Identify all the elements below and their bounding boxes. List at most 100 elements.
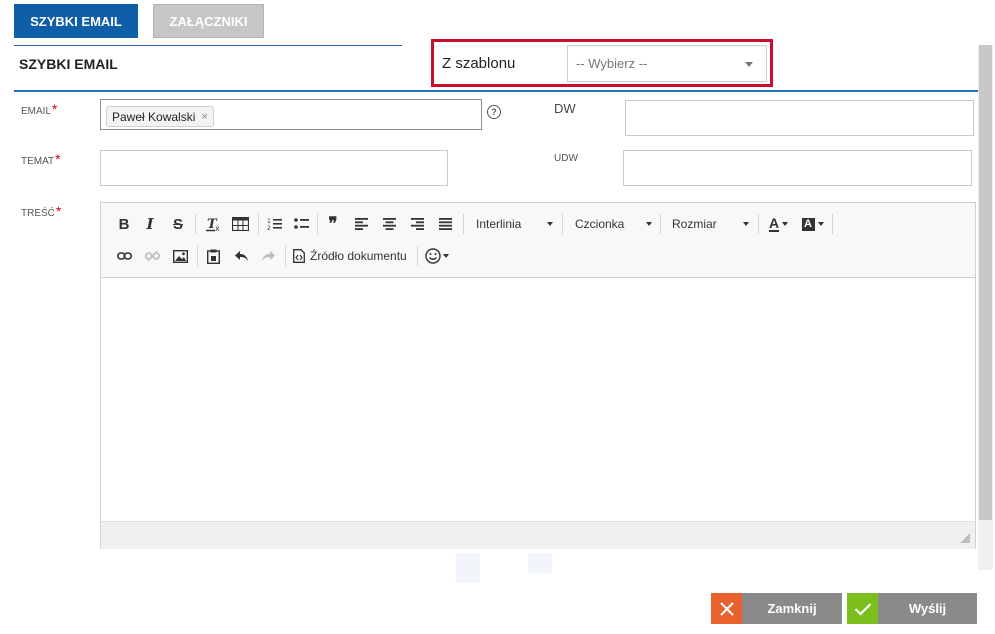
editor-footer — [101, 521, 975, 549]
undo-icon — [234, 251, 248, 261]
template-label: Z szablonu — [442, 55, 516, 72]
udw-label: UDW — [554, 153, 578, 164]
redo-icon — [261, 251, 275, 261]
redo-button[interactable] — [258, 245, 278, 267]
udw-field[interactable] — [623, 150, 972, 186]
size-label: Rozmiar — [672, 217, 717, 231]
bold-button[interactable]: B — [115, 213, 133, 235]
toolbar-separator — [195, 214, 196, 234]
paste-icon — [206, 249, 220, 264]
template-select-value: -- Wybierz -- — [576, 56, 648, 71]
tab-szybki-email[interactable]: SZYBKI EMAIL — [14, 4, 138, 38]
toolbar-separator — [197, 246, 198, 266]
email-field[interactable]: Paweł Kowalski × — [100, 99, 482, 130]
smiley-icon — [425, 248, 441, 264]
dw-label: DW — [554, 101, 576, 116]
link-icon — [116, 252, 132, 260]
strikethrough-button[interactable]: S — [169, 213, 187, 235]
toolbar-separator — [758, 214, 759, 234]
section-divider-top — [14, 45, 402, 46]
editor-toolbar: B I S Tx 12 ❞ Interlinia Czcionka Rozmia… — [101, 203, 975, 278]
source-icon — [293, 249, 305, 263]
recipient-chip: Paweł Kowalski × — [106, 106, 214, 127]
recipient-chip-label: Paweł Kowalski — [112, 109, 196, 124]
decorative-block — [528, 553, 552, 573]
chevron-down-icon — [443, 254, 449, 258]
email-label: EMAIL* — [21, 101, 58, 117]
align-center-icon — [382, 218, 396, 230]
chevron-down-icon — [646, 222, 652, 226]
toolbar-separator — [832, 214, 833, 234]
background-color-icon: A — [801, 217, 815, 231]
blockquote-button[interactable]: ❞ — [323, 213, 343, 235]
line-height-label: Interlinia — [476, 217, 522, 231]
image-button[interactable] — [170, 245, 190, 267]
chevron-down-icon — [743, 222, 749, 226]
tresc-label: TREŚĆ* — [21, 203, 62, 219]
italic-button[interactable]: I — [141, 213, 159, 235]
help-icon[interactable]: ? — [487, 105, 501, 119]
align-left-icon — [354, 218, 368, 230]
chevron-down-icon — [817, 222, 824, 226]
unlink-button[interactable] — [142, 245, 162, 267]
font-label: Czcionka — [575, 217, 625, 231]
align-right-icon — [410, 218, 424, 230]
text-color-icon: A — [768, 214, 780, 232]
undo-button[interactable] — [231, 245, 251, 267]
check-icon — [847, 593, 878, 624]
toolbar-separator — [660, 214, 661, 234]
unlink-icon — [144, 250, 160, 262]
source-label: Źródło dokumentu — [310, 249, 407, 263]
toolbar-separator — [258, 214, 259, 234]
numbered-list-button[interactable]: 12 — [264, 213, 284, 235]
size-dropdown[interactable]: Rozmiar — [672, 213, 749, 235]
close-button-label: Zamknij — [767, 601, 817, 616]
decorative-block — [456, 553, 480, 583]
source-button[interactable]: Źródło dokumentu — [293, 245, 411, 267]
align-center-button[interactable] — [379, 213, 399, 235]
remove-chip-icon[interactable]: × — [201, 111, 207, 123]
line-height-dropdown[interactable]: Interlinia — [476, 213, 553, 235]
editor-content-area[interactable] — [101, 278, 975, 520]
section-title: SZYBKI EMAIL — [19, 56, 118, 72]
required-asterisk: * — [52, 101, 58, 117]
align-left-button[interactable] — [351, 213, 371, 235]
toolbar-separator — [285, 246, 286, 266]
template-select[interactable]: -- Wybierz -- — [567, 45, 767, 82]
close-button[interactable]: Zamknij — [711, 593, 842, 624]
chevron-down-icon — [547, 222, 553, 226]
emoji-button[interactable] — [423, 245, 451, 267]
resize-handle-icon[interactable] — [960, 533, 970, 543]
svg-text:x: x — [215, 224, 220, 232]
justify-button[interactable] — [435, 213, 455, 235]
chevron-down-icon — [745, 62, 753, 67]
bullet-list-button[interactable] — [291, 213, 311, 235]
tab-zalaczniki[interactable]: ZAŁĄCZNIKI — [153, 4, 264, 38]
chevron-down-icon — [782, 222, 789, 226]
remove-format-button[interactable]: Tx — [202, 213, 224, 235]
text-color-button[interactable]: A — [765, 213, 792, 235]
toolbar-separator — [417, 246, 418, 266]
section-divider — [14, 90, 978, 92]
scrollbar-thumb[interactable] — [979, 45, 992, 520]
bullet-list-icon — [293, 218, 309, 229]
dw-field[interactable] — [625, 100, 974, 136]
required-asterisk: * — [55, 151, 61, 167]
paste-button[interactable] — [203, 245, 223, 267]
numbered-list-icon: 12 — [267, 218, 282, 231]
temat-field[interactable] — [100, 150, 448, 186]
align-right-button[interactable] — [407, 213, 427, 235]
font-dropdown[interactable]: Czcionka — [575, 213, 652, 235]
svg-text:2: 2 — [267, 225, 271, 231]
svg-text:1: 1 — [267, 218, 271, 225]
temat-label: TEMAT* — [21, 151, 61, 167]
align-justify-icon — [438, 218, 452, 230]
send-button[interactable]: Wyślij — [847, 593, 977, 624]
link-button[interactable] — [114, 245, 134, 267]
toolbar-separator — [562, 214, 563, 234]
quote-icon: ❞ — [328, 214, 338, 233]
table-button[interactable] — [229, 213, 251, 235]
required-asterisk: * — [55, 203, 62, 219]
remove-format-icon: Tx — [206, 217, 220, 232]
background-color-button[interactable]: A — [799, 213, 826, 235]
